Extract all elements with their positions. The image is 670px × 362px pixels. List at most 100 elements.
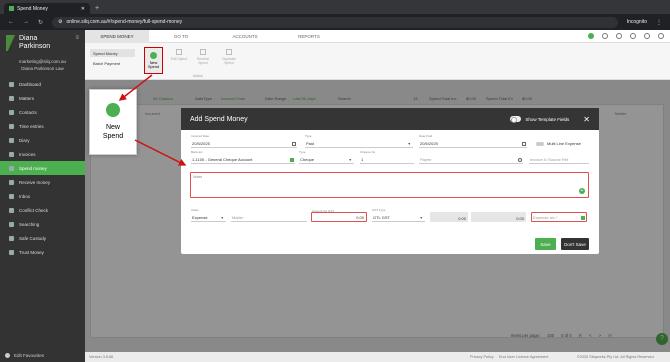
class-label: Class (191, 208, 199, 212)
incurred-date-label: Incurred Date (191, 134, 210, 138)
browser-tab[interactable]: Spend Money ✕ (4, 3, 90, 14)
notification-icon[interactable] (602, 33, 608, 39)
payment-type-label: Type (299, 150, 306, 154)
sidebar: Diana Parkinson ≡ marketing@silq.com.au … (0, 30, 85, 362)
reload-icon[interactable]: ↻ (38, 19, 43, 26)
sidebar-item-time-entries[interactable]: Time entries (0, 119, 85, 133)
add-line-icon[interactable]: + (579, 188, 585, 194)
bank-label: Bank a/c (191, 150, 203, 154)
spend-money-icon (9, 165, 14, 171)
bank-account-select[interactable]: Bank a/c 1-1100 - General Cheque Account (191, 150, 295, 164)
forward-icon[interactable]: → (23, 19, 29, 25)
multi-line-expense-toggle[interactable]: Multi Line Expense (536, 141, 581, 146)
notes-label: Notes (193, 175, 203, 179)
callout-line2: Spend (102, 133, 124, 140)
incurred-date-value: 20/5/2025 (192, 141, 210, 146)
sidebar-item-safe-custody[interactable]: Safe Custody (0, 231, 85, 245)
cheque-number-field[interactable]: Cheque No 1 (360, 150, 414, 164)
toggle-switch[interactable] (536, 141, 544, 146)
gst-amount-value: 0.00 (458, 216, 466, 221)
date-paid-field[interactable]: Date Paid 20/5/2025 (419, 134, 527, 148)
type-select[interactable]: Type Paid ▼ (305, 134, 413, 148)
add-icon[interactable] (588, 33, 594, 39)
menu-icon[interactable]: ⋮ (656, 19, 662, 26)
url-text: online.silq.com.au/#/spend-money/full-sp… (66, 19, 183, 25)
firm-name: Diana Parkinson Law (21, 66, 64, 71)
tasks-icon[interactable] (616, 33, 622, 39)
tab-go-to[interactable]: GO TO (149, 30, 213, 43)
amount-value: 0.00 (356, 215, 364, 220)
privacy-link[interactable]: Privacy Policy (470, 355, 494, 359)
gst-type-select[interactable]: GST Type GTL GST ▼ (372, 208, 425, 222)
tab-accounts[interactable]: ACCOUNTS (213, 30, 277, 43)
cheque-value: 1 (361, 157, 364, 162)
contacts-icon (9, 109, 14, 115)
expense-account-select[interactable]: Expense a/c * (531, 212, 587, 222)
reverse-icon (200, 49, 206, 55)
ex-gst-amount-value: 0.00 (516, 216, 524, 221)
template-fields-toggle[interactable]: Show Template Fields (510, 116, 569, 123)
tab-spend-money[interactable]: SPEND MONEY (85, 29, 149, 43)
payment-type-select[interactable]: Type Cheque ▼ (299, 150, 354, 164)
close-tab-icon[interactable]: ✕ (81, 6, 85, 12)
sidebar-item-inbox[interactable]: Inbox (0, 189, 85, 203)
avatar[interactable] (658, 33, 664, 39)
new-spend-button[interactable]: New Spend (144, 47, 163, 74)
duplicate-spend-button[interactable]: Duplicate Spend (219, 49, 239, 65)
ex-gst-amount-field: 0.00 (471, 212, 526, 222)
sidebar-item-diary[interactable]: Diary (0, 133, 85, 147)
sidebar-item-label: Spend money (19, 165, 47, 171)
payee-search-icon[interactable] (518, 158, 522, 162)
top-nav: SPEND MONEY GO TO ACCOUNTS REPORTS (85, 29, 670, 43)
notes-field[interactable]: Notes + (190, 172, 589, 198)
footer: Version 3.5.86 Privacy Policy End User L… (85, 352, 670, 362)
edit-favourites[interactable]: Edit Favourites (5, 353, 44, 358)
settings-icon[interactable] (644, 33, 650, 39)
sidebar-item-dashboard[interactable]: Dashboard (0, 77, 85, 91)
sidebar-item-searching[interactable]: Searching (0, 217, 85, 231)
payee-field[interactable]: Payee (419, 154, 523, 164)
date-paid-value: 20/5/2025 (420, 141, 438, 146)
eula-link[interactable]: End User Licence Agreement (499, 355, 548, 359)
tab-reports[interactable]: REPORTS (277, 30, 341, 43)
sidebar-item-spend-money[interactable]: Spend money (0, 161, 85, 175)
sidebar-item-contacts[interactable]: Contacts (0, 105, 85, 119)
new-tab-icon[interactable]: + (95, 5, 99, 14)
sidebar-item-conflict-check[interactable]: Conflict Check (0, 203, 85, 217)
calendar-icon[interactable] (292, 142, 296, 146)
toggle-switch[interactable] (510, 116, 522, 123)
new-spend-button-label: New Spend (148, 61, 159, 69)
trust-money-icon (9, 249, 14, 255)
amount-inc-gst-field[interactable]: Amount Inc GST 0.00 (311, 209, 367, 222)
dont-save-button[interactable]: Don't Save (561, 238, 589, 250)
site-info-icon[interactable]: ⚙ (58, 19, 62, 25)
spend-money-button[interactable]: Spend Money (90, 49, 135, 57)
batch-payment-button[interactable]: Batch Payment (90, 61, 120, 66)
new-spend-icon (150, 52, 157, 59)
account-icon[interactable] (581, 216, 585, 220)
save-button[interactable]: Save (535, 238, 556, 250)
sidebar-item-invoices[interactable]: Invoices (0, 147, 85, 161)
matter-field[interactable]: Matter (231, 212, 307, 222)
gst-type-value: GTL GST (373, 215, 390, 220)
sidebar-item-receive-money[interactable]: Receive money (0, 175, 85, 189)
diary-icon (9, 137, 14, 143)
bank-icon[interactable] (290, 158, 294, 162)
back-icon[interactable]: ← (8, 19, 14, 25)
incurred-date-field[interactable]: Incurred Date 20/5/2025 (191, 134, 297, 148)
address-bar[interactable]: ⚙ online.silq.com.au/#/spend-money/full-… (52, 16, 618, 28)
tab-title: Spend Money (17, 5, 48, 12)
class-select[interactable]: Class Expense ▼ (191, 208, 226, 222)
close-icon[interactable]: ✕ (583, 115, 590, 124)
edit-spend-button[interactable]: Edit Spend (169, 49, 189, 61)
sidebar-item-matters[interactable]: Matters (0, 91, 85, 105)
reverse-spend-button[interactable]: Reverse Spend (193, 49, 213, 65)
sidebar-item-trust-money[interactable]: Trust Money (0, 245, 85, 259)
spend-money-button-label: Spend Money (93, 50, 118, 56)
collapse-menu-icon[interactable]: ≡ (75, 35, 79, 41)
dashboard-icon (9, 81, 14, 87)
invoice-ref-field[interactable]: Invoice # /Source Ref (529, 154, 589, 164)
timer-icon[interactable] (630, 33, 636, 39)
calendar-icon[interactable] (522, 142, 526, 146)
user-last-name: Parkinson (19, 43, 51, 50)
